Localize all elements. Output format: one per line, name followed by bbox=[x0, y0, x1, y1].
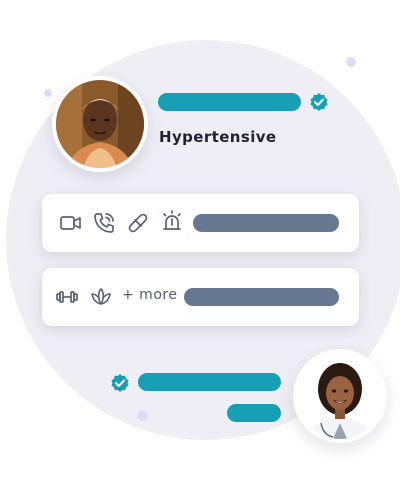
decorative-dot bbox=[346, 57, 356, 67]
fitness-dumbbell-icon[interactable] bbox=[55, 285, 79, 309]
wellness-services-card[interactable]: + more bbox=[42, 268, 359, 326]
wellness-lotus-icon[interactable] bbox=[89, 285, 113, 309]
care-services-card[interactable] bbox=[42, 194, 359, 252]
services-text-placeholder bbox=[193, 214, 339, 232]
doctor-title-placeholder bbox=[227, 404, 281, 422]
patient-avatar bbox=[52, 76, 148, 172]
more-services-link[interactable]: + more bbox=[122, 287, 177, 303]
verified-badge-icon bbox=[111, 374, 129, 392]
video-call-icon[interactable] bbox=[59, 211, 83, 235]
phone-call-icon[interactable] bbox=[92, 211, 116, 235]
doctor-avatar bbox=[293, 349, 387, 443]
patient-condition-label: Hypertensive bbox=[159, 128, 277, 146]
wellness-text-placeholder bbox=[184, 288, 339, 306]
verified-badge-icon bbox=[310, 93, 328, 111]
pill-icon[interactable] bbox=[126, 211, 150, 235]
patient-name-placeholder bbox=[158, 93, 301, 111]
decorative-dot bbox=[44, 89, 52, 97]
doctor-name-placeholder bbox=[138, 373, 281, 391]
emergency-alarm-icon[interactable] bbox=[160, 209, 184, 233]
decorative-dot bbox=[137, 410, 148, 421]
